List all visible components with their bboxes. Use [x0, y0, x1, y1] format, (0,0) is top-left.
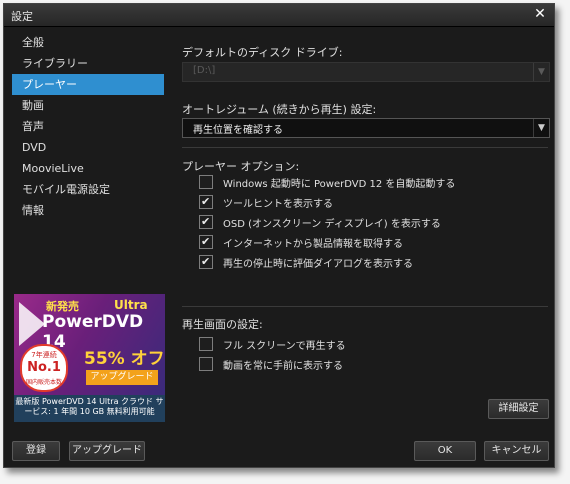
checkbox-label: フル スクリーンで再生する — [223, 341, 346, 352]
ad-upgrade-button[interactable]: アップグレード — [86, 370, 158, 385]
checkbox-box[interactable]: ✔ — [199, 235, 213, 249]
ad-caption: 最新版 PowerDVD 14 Ultra クラウド サービス: 1 年間 10… — [15, 397, 164, 416]
checkbox-box[interactable]: ✔ — [199, 215, 213, 229]
screen-settings-label: 再生画面の設定: — [182, 318, 263, 331]
checkbox-box[interactable] — [199, 175, 213, 189]
checkbox-label: 動画を常に手前に表示する — [223, 361, 343, 372]
chevron-down-icon[interactable]: ▼ — [533, 119, 549, 137]
drive-select-value: [D:\] — [193, 65, 216, 76]
sidebar-item-mobile-power[interactable]: モバイル電源設定 — [12, 179, 164, 200]
cancel-button[interactable]: キャンセル — [484, 441, 549, 461]
drive-label: デフォルトのディスク ドライブ: — [182, 46, 343, 59]
checkbox-box[interactable]: ✔ — [199, 255, 213, 269]
checkmark-icon: ✔ — [201, 235, 211, 248]
checkbox-label: ツールヒントを表示する — [223, 199, 333, 210]
checkbox-label: OSD (オンスクリーン ディスプレイ) を表示する — [223, 219, 441, 230]
sidebar-item-audio[interactable]: 音声 — [12, 116, 164, 137]
ad-image[interactable]: 新発売 Ultra PowerDVD 14 7年連続 No.1 国内販売本数 5… — [14, 294, 165, 395]
chevron-down-icon: ▼ — [533, 63, 549, 81]
checkbox-label: 再生の停止時に評価ダイアログを表示する — [223, 259, 413, 270]
resume-select-value: 再生位置を確認する — [193, 125, 283, 136]
sidebar-item-player[interactable]: プレーヤー — [12, 74, 164, 95]
resume-select[interactable]: 再生位置を確認する ▼ — [182, 118, 550, 138]
sidebar-item-library[interactable]: ライブラリー — [12, 53, 164, 74]
player-options-label: プレーヤー オプション: — [182, 160, 300, 173]
sidebar-item-video[interactable]: 動画 — [12, 95, 164, 116]
divider — [182, 147, 548, 148]
ok-button[interactable]: OK — [414, 441, 476, 461]
badge-top-text: 7年連続 — [31, 351, 57, 359]
upgrade-ad-banner[interactable]: 新発売 Ultra PowerDVD 14 7年連続 No.1 国内販売本数 5… — [14, 294, 165, 422]
badge-bottom-text: 国内販売本数 — [25, 379, 62, 386]
checkmark-icon: ✔ — [201, 255, 211, 268]
close-icon[interactable]: ✕ — [532, 6, 548, 22]
checkbox-box[interactable] — [199, 357, 213, 371]
checkbox-box[interactable]: ✔ — [199, 195, 213, 209]
sidebar-item-general[interactable]: 全般 — [12, 32, 164, 53]
checkbox-box[interactable] — [199, 337, 213, 351]
upgrade-button[interactable]: アップグレード — [69, 441, 145, 461]
sidebar-item-info[interactable]: 情報 — [12, 200, 164, 221]
checkbox-label: インターネットから製品情報を取得する — [223, 239, 403, 250]
title-bar[interactable]: 設定 ✕ — [4, 4, 554, 27]
badge-main-text: No.1 — [27, 360, 61, 375]
checkbox-label: Windows 起動時に PowerDVD 12 を自動起動する — [223, 179, 456, 190]
no1-badge: 7年連続 No.1 国内販売本数 — [20, 344, 68, 392]
window-title: 設定 — [11, 10, 33, 23]
checkmark-icon: ✔ — [201, 195, 211, 208]
sidebar-item-moovielive[interactable]: MoovieLive — [12, 158, 164, 179]
sidebar: 全般 ライブラリー プレーヤー 動画 音声 DVD MoovieLive モバイ… — [12, 32, 164, 221]
resume-label: オートレジューム (続きから再生) 設定: — [182, 103, 377, 116]
settings-dialog: 設定 ✕ 全般 ライブラリー プレーヤー 動画 音声 DVD MoovieLiv… — [3, 3, 555, 468]
ad-ultra-text: Ultra — [114, 298, 148, 312]
ad-discount: 55% オフ — [84, 349, 165, 369]
drive-select: [D:\] ▼ — [182, 62, 550, 82]
divider — [182, 306, 548, 307]
advanced-settings-button[interactable]: 詳細設定 — [488, 399, 549, 419]
register-button[interactable]: 登録 — [12, 441, 60, 461]
sidebar-item-dvd[interactable]: DVD — [12, 137, 164, 158]
checkmark-icon: ✔ — [201, 215, 211, 228]
